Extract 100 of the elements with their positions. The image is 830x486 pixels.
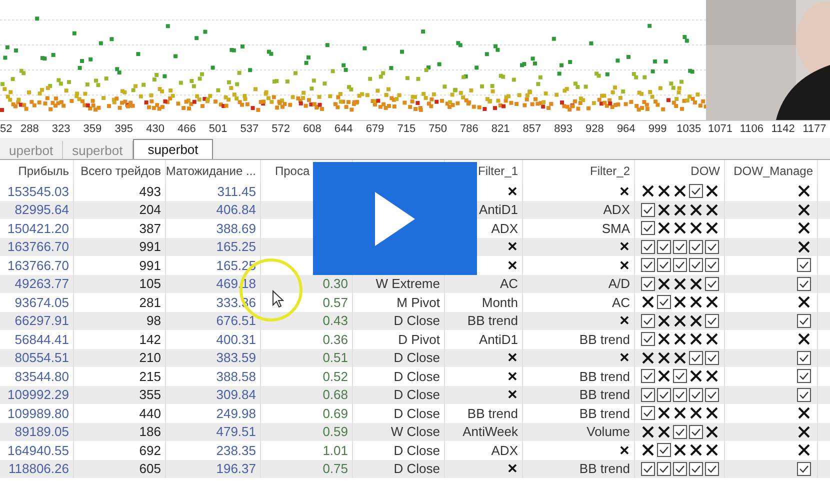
checked-checkbox[interactable] [640, 388, 654, 402]
checked-checkbox[interactable] [704, 388, 718, 402]
cross-icon[interactable] [656, 350, 670, 365]
cross-icon[interactable] [672, 184, 686, 198]
cross-icon[interactable] [797, 202, 811, 217]
cross-icon[interactable] [672, 350, 686, 365]
column-header[interactable]: DOW [690, 162, 720, 180]
cross-icon[interactable] [797, 443, 811, 458]
play-button[interactable] [313, 162, 477, 275]
cross-icon[interactable] [656, 202, 670, 217]
cross-icon[interactable] [688, 314, 702, 328]
checked-checkbox[interactable] [672, 388, 686, 402]
cross-icon[interactable] [704, 332, 718, 346]
cross-icon[interactable] [797, 424, 811, 439]
cross-icon[interactable] [688, 202, 702, 217]
cross-icon[interactable] [640, 350, 654, 365]
checked-checkbox[interactable] [640, 406, 654, 420]
checked-checkbox[interactable] [797, 369, 811, 384]
cross-icon[interactable] [656, 369, 670, 384]
checked-checkbox[interactable] [688, 258, 702, 272]
checked-checkbox[interactable] [704, 258, 718, 272]
cross-icon[interactable] [640, 424, 654, 439]
column-header[interactable]: Всего трейдов [80, 162, 161, 180]
cross-icon[interactable] [797, 295, 811, 310]
cross-icon[interactable] [656, 332, 670, 346]
cross-icon[interactable] [704, 424, 718, 439]
checked-checkbox[interactable] [656, 258, 670, 272]
checked-checkbox[interactable] [688, 388, 702, 402]
column-header[interactable]: Проса [275, 162, 310, 180]
column-header[interactable]: Матожидание ... [166, 162, 256, 180]
checked-checkbox[interactable] [672, 240, 686, 254]
cross-icon[interactable] [656, 406, 670, 420]
cross-icon[interactable] [672, 314, 686, 328]
cross-icon[interactable] [656, 276, 670, 291]
cross-icon[interactable] [704, 406, 718, 420]
checked-checkbox[interactable] [656, 462, 670, 476]
cross-icon[interactable] [688, 443, 702, 458]
checked-checkbox[interactable] [688, 350, 702, 365]
cross-icon[interactable] [672, 221, 686, 236]
checked-checkbox[interactable] [797, 388, 811, 402]
cross-icon[interactable] [656, 314, 670, 328]
cross-icon[interactable] [704, 443, 718, 458]
checked-checkbox[interactable] [640, 314, 654, 328]
column-header[interactable]: Filter_1 [478, 162, 518, 180]
checked-checkbox[interactable] [672, 369, 686, 384]
cross-icon[interactable] [704, 184, 718, 198]
checked-checkbox[interactable] [640, 332, 654, 346]
cross-icon[interactable] [688, 221, 702, 236]
checked-checkbox[interactable] [640, 276, 654, 291]
checked-checkbox[interactable] [797, 462, 811, 476]
checked-checkbox[interactable] [656, 295, 670, 310]
cross-icon[interactable] [672, 443, 686, 458]
checked-checkbox[interactable] [640, 221, 654, 236]
cross-icon[interactable] [656, 221, 670, 236]
checked-checkbox[interactable] [656, 388, 670, 402]
checked-checkbox[interactable] [672, 462, 686, 476]
checked-checkbox[interactable] [640, 202, 654, 217]
cross-icon[interactable] [797, 240, 811, 254]
checked-checkbox[interactable] [688, 462, 702, 476]
checked-checkbox[interactable] [797, 258, 811, 272]
cross-icon[interactable] [640, 295, 654, 310]
column-header[interactable]: Прибыль [18, 162, 69, 180]
checked-checkbox[interactable] [688, 424, 702, 439]
checked-checkbox[interactable] [672, 424, 686, 439]
cross-icon[interactable] [656, 184, 670, 198]
cross-icon[interactable] [672, 332, 686, 346]
checked-checkbox[interactable] [704, 240, 718, 254]
checked-checkbox[interactable] [704, 462, 718, 476]
cross-icon[interactable] [797, 221, 811, 236]
cross-icon[interactable] [704, 369, 718, 384]
checked-checkbox[interactable] [688, 184, 702, 198]
cross-icon[interactable] [704, 221, 718, 236]
cross-icon[interactable] [672, 202, 686, 217]
column-header[interactable]: Filter_2 [590, 162, 630, 180]
cross-icon[interactable] [640, 443, 654, 458]
cross-icon[interactable] [704, 202, 718, 217]
checked-checkbox[interactable] [656, 443, 670, 458]
checked-checkbox[interactable] [704, 314, 718, 328]
cross-icon[interactable] [688, 276, 702, 291]
checked-checkbox[interactable] [640, 369, 654, 384]
cross-icon[interactable] [656, 424, 670, 439]
cross-icon[interactable] [797, 406, 811, 420]
checked-checkbox[interactable] [797, 350, 811, 365]
column-header[interactable]: DOW_Manage [734, 162, 813, 180]
cross-icon[interactable] [672, 295, 686, 310]
cross-icon[interactable] [688, 369, 702, 384]
cross-icon[interactable] [688, 332, 702, 346]
checked-checkbox[interactable] [704, 276, 718, 291]
checked-checkbox[interactable] [640, 462, 654, 476]
cross-icon[interactable] [688, 406, 702, 420]
cross-icon[interactable] [797, 184, 811, 198]
checked-checkbox[interactable] [688, 240, 702, 254]
checked-checkbox[interactable] [797, 276, 811, 291]
checked-checkbox[interactable] [640, 258, 654, 272]
checked-checkbox[interactable] [672, 258, 686, 272]
cross-icon[interactable] [688, 295, 702, 310]
tab[interactable]: superbot [132, 139, 214, 159]
checked-checkbox[interactable] [797, 314, 811, 328]
checked-checkbox[interactable] [704, 350, 718, 365]
cross-icon[interactable] [704, 295, 718, 310]
